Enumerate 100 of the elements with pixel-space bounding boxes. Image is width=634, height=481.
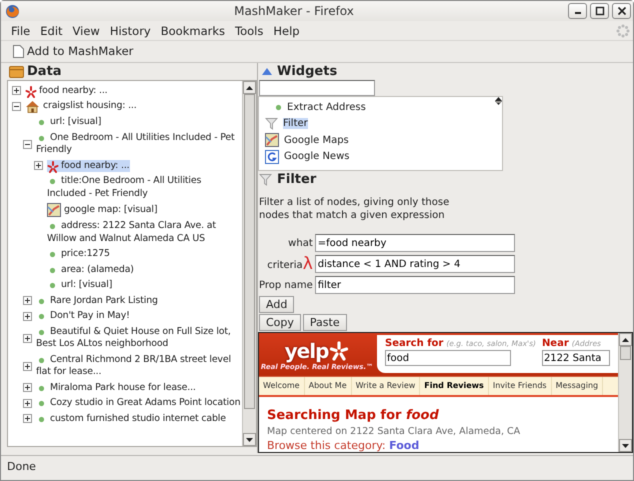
collapse-arrow-icon: [262, 68, 272, 75]
expand-toggle[interactable]: [23, 383, 32, 392]
tree-item[interactable]: price:1275: [47, 248, 242, 260]
scrollbar[interactable]: [242, 81, 256, 446]
tree-item[interactable]: Rare Jordan Park Listing: [36, 294, 242, 307]
tree-item[interactable]: craigslist housing: ...: [43, 100, 137, 113]
nav-tab[interactable]: Invite Friends: [488, 376, 552, 395]
tree-item[interactable]: food nearby: ...: [47, 160, 130, 172]
tree-item[interactable]: url: [visual]: [47, 279, 242, 292]
widget-item[interactable]: Extract Address: [287, 102, 366, 113]
plus-icon: [25, 298, 30, 304]
expand-toggle[interactable]: [12, 86, 21, 96]
text-field[interactable]: food: [385, 350, 511, 366]
burst-icon: [47, 160, 59, 172]
field-label: what: [288, 238, 313, 248]
plus-icon: [36, 163, 41, 168]
expand-toggle[interactable]: [23, 398, 32, 408]
copy-button[interactable]: Copy: [259, 314, 301, 331]
menu-item[interactable]: Bookmarks: [156, 24, 230, 38]
status-text: Done: [1, 455, 633, 476]
tree-item[interactable]: title:One Bedroom - All Utilities Included - Pet Friendly: [47, 175, 242, 200]
widget-item[interactable]: Google Maps: [284, 134, 349, 146]
dot-icon: [38, 356, 45, 364]
funnel-icon: [259, 173, 272, 186]
plus-icon: [25, 336, 30, 340]
description-text: Filter a list of nodes, giving only those nodes that match a given expression: [259, 196, 450, 222]
minimize-button[interactable]: [568, 3, 587, 19]
paste-button[interactable]: Paste: [302, 314, 347, 331]
logo-text: yelp: [284, 340, 328, 361]
burst-icon: [25, 86, 37, 98]
expand-toggle[interactable]: [23, 312, 32, 321]
category-text: Browse this category: Food: [267, 439, 420, 452]
maximize-icon: [594, 6, 604, 16]
dot-icon: [38, 134, 45, 142]
tree-item[interactable]: food nearby: ...: [25, 84, 242, 97]
text-field[interactable]: filter: [314, 276, 515, 294]
dot-icon: [49, 178, 56, 185]
scroll-thumb[interactable]: [620, 346, 631, 360]
nav-tab[interactable]: Find Reviews: [420, 376, 489, 395]
tree-item[interactable]: google map: [visual]: [64, 204, 158, 216]
widget-item[interactable]: Google News: [284, 151, 350, 162]
tree-item[interactable]: Beautiful & Quiet House on Full Size lot, Best Los ALtos neighborhood: [36, 326, 242, 350]
menu-item[interactable]: Edit: [35, 24, 68, 38]
plus-icon: [25, 385, 30, 390]
down-arrow-icon: [622, 444, 629, 448]
menu-item[interactable]: History: [104, 24, 156, 38]
tree-item[interactable]: custom furnished studio internet cable: [36, 412, 242, 425]
tree-item[interactable]: Miraloma Park house for lease...: [36, 382, 242, 394]
widget-item[interactable]: Filter: [283, 118, 308, 130]
panel-title: Widgets: [277, 64, 338, 79]
text-field[interactable]: distance < 1 AND rating > 4: [314, 255, 515, 273]
expand-toggle[interactable]: [23, 296, 32, 306]
expand-toggle[interactable]: [34, 161, 43, 170]
dot-icon: [49, 223, 56, 230]
field-label: criteria: [267, 260, 303, 271]
expand-toggle[interactable]: [23, 414, 32, 424]
collapse-toggle[interactable]: [12, 102, 21, 111]
close-button[interactable]: [612, 3, 631, 19]
up-arrow-icon: [495, 97, 502, 101]
minus-icon: [14, 104, 19, 109]
field-label: Prop name: [259, 280, 313, 290]
up-arrow-icon: [622, 338, 629, 342]
category-link[interactable]: Food: [389, 439, 420, 452]
tree-item[interactable]: Don't Pay in May!: [36, 310, 242, 322]
text-field[interactable]: 2122 Santa: [542, 350, 610, 366]
map-icon: [47, 203, 61, 217]
add-button[interactable]: Add: [259, 296, 294, 313]
tree-item[interactable]: Cozy studio in Great Adams Point location: [36, 397, 242, 410]
text-field[interactable]: =food nearby: [314, 234, 515, 252]
tree-item[interactable]: url: [visual]: [36, 116, 242, 128]
expand-toggle[interactable]: [23, 362, 32, 370]
maximize-button[interactable]: [590, 3, 609, 19]
menu-item[interactable]: Help: [268, 24, 305, 38]
nav-tab[interactable]: About Me: [304, 376, 352, 395]
nav-tab[interactable]: Write a Review: [352, 376, 420, 395]
nav-tab[interactable]: Messaging: [552, 376, 604, 395]
scrollbar[interactable]: [618, 333, 632, 452]
expand-toggle[interactable]: [23, 334, 32, 342]
scroll-thumb[interactable]: [496, 101, 501, 103]
down-arrow-icon: [246, 438, 253, 442]
section-title: Filter: [277, 172, 316, 187]
menu-item[interactable]: Tools: [230, 24, 268, 38]
dot-icon: [49, 251, 56, 258]
menu-item[interactable]: File: [6, 24, 36, 38]
page-icon: [13, 44, 24, 58]
scroll-thumb[interactable]: [244, 94, 255, 410]
dot-icon: [38, 328, 45, 336]
plus-icon: [25, 400, 30, 406]
plus-icon: [25, 314, 30, 319]
search-field[interactable]: [259, 80, 375, 96]
plus-icon: [14, 88, 19, 94]
collapse-toggle[interactable]: [23, 140, 32, 148]
tree-item[interactable]: Central Richmond 2 BR/1BA street level flat for lease...: [36, 354, 242, 378]
tree-item[interactable]: area: (alameda): [47, 264, 242, 276]
add-to-mashmaker-button[interactable]: Add to MashMaker: [11, 43, 136, 59]
news-icon: [265, 150, 279, 164]
up-arrow-icon: [246, 86, 253, 90]
menu-item[interactable]: View: [68, 24, 105, 38]
nav-tab[interactable]: Welcome: [259, 376, 305, 395]
dot-icon: [38, 416, 45, 422]
